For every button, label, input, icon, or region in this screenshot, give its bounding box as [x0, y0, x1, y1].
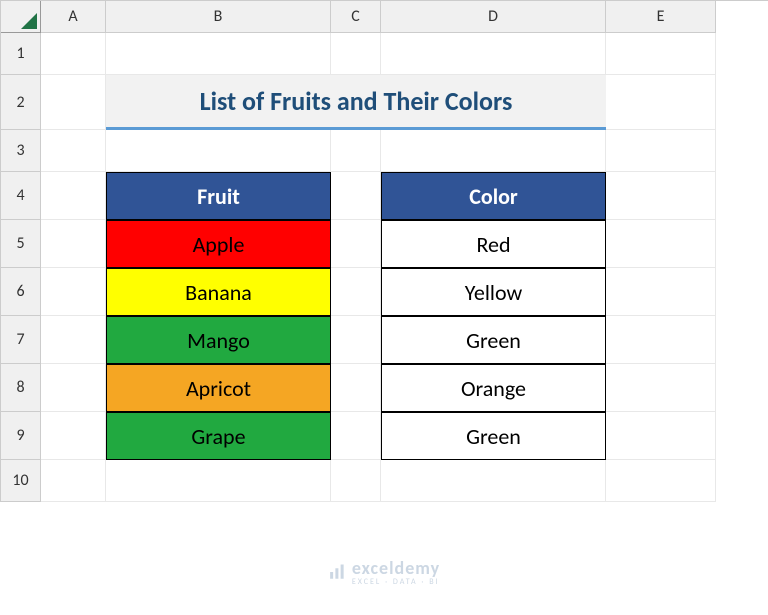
- cell-E7[interactable]: [606, 316, 716, 364]
- cell-E6[interactable]: [606, 268, 716, 316]
- cell-A1[interactable]: [41, 33, 106, 75]
- color-cell[interactable]: Green: [381, 316, 606, 364]
- fruit-cell[interactable]: Apricot: [106, 364, 331, 412]
- cell-E10[interactable]: [606, 460, 716, 502]
- cell-B10[interactable]: [106, 460, 331, 502]
- row-header-1[interactable]: 1: [1, 33, 41, 75]
- row-header-9[interactable]: 9: [1, 412, 41, 460]
- row-header-6[interactable]: 6: [1, 268, 41, 316]
- color-cell[interactable]: Red: [381, 220, 606, 268]
- cell-A4[interactable]: [41, 172, 106, 220]
- col-header-B[interactable]: B: [106, 1, 331, 33]
- cell-E4[interactable]: [606, 172, 716, 220]
- spreadsheet-grid: A B C D E 1 2 List of Fruits and Their C…: [0, 0, 768, 502]
- cell-A5[interactable]: [41, 220, 106, 268]
- cell-C8[interactable]: [331, 364, 381, 412]
- title-cell[interactable]: List of Fruits and Their Colors: [106, 75, 606, 130]
- cell-E5[interactable]: [606, 220, 716, 268]
- cell-C10[interactable]: [331, 460, 381, 502]
- cell-A8[interactable]: [41, 364, 106, 412]
- cell-D3[interactable]: [381, 130, 606, 172]
- cell-A3[interactable]: [41, 130, 106, 172]
- color-cell[interactable]: Yellow: [381, 268, 606, 316]
- color-header-cell[interactable]: Color: [381, 172, 606, 220]
- row-header-2[interactable]: 2: [1, 75, 41, 130]
- col-header-A[interactable]: A: [41, 1, 106, 33]
- chart-icon: [328, 563, 346, 581]
- cell-B1[interactable]: [106, 33, 331, 75]
- cell-C5[interactable]: [331, 220, 381, 268]
- watermark: exceldemy EXCEL · DATA · BI: [328, 557, 440, 587]
- cell-C1[interactable]: [331, 33, 381, 75]
- fruit-header-cell[interactable]: Fruit: [106, 172, 331, 220]
- color-cell[interactable]: Green: [381, 412, 606, 460]
- fruit-cell[interactable]: Mango: [106, 316, 331, 364]
- cell-B3[interactable]: [106, 130, 331, 172]
- col-header-D[interactable]: D: [381, 1, 606, 33]
- fruit-cell[interactable]: Apple: [106, 220, 331, 268]
- cell-E2[interactable]: [606, 75, 716, 130]
- cell-A6[interactable]: [41, 268, 106, 316]
- row-header-8[interactable]: 8: [1, 364, 41, 412]
- cell-A9[interactable]: [41, 412, 106, 460]
- cell-C6[interactable]: [331, 268, 381, 316]
- cell-E3[interactable]: [606, 130, 716, 172]
- row-header-7[interactable]: 7: [1, 316, 41, 364]
- col-header-E[interactable]: E: [606, 1, 716, 33]
- row-header-4[interactable]: 4: [1, 172, 41, 220]
- cell-A10[interactable]: [41, 460, 106, 502]
- col-header-C[interactable]: C: [331, 1, 381, 33]
- select-all-corner[interactable]: [1, 1, 41, 33]
- cell-D10[interactable]: [381, 460, 606, 502]
- fruit-cell[interactable]: Grape: [106, 412, 331, 460]
- cell-E9[interactable]: [606, 412, 716, 460]
- color-cell[interactable]: Orange: [381, 364, 606, 412]
- cell-E8[interactable]: [606, 364, 716, 412]
- cell-A7[interactable]: [41, 316, 106, 364]
- watermark-brand: exceldemy: [352, 557, 440, 579]
- cell-D1[interactable]: [381, 33, 606, 75]
- cell-C3[interactable]: [331, 130, 381, 172]
- cell-A2[interactable]: [41, 75, 106, 130]
- cell-E1[interactable]: [606, 33, 716, 75]
- row-header-3[interactable]: 3: [1, 130, 41, 172]
- cell-C7[interactable]: [331, 316, 381, 364]
- cell-C4[interactable]: [331, 172, 381, 220]
- cell-C9[interactable]: [331, 412, 381, 460]
- watermark-tagline: EXCEL · DATA · BI: [352, 577, 440, 587]
- fruit-cell[interactable]: Banana: [106, 268, 331, 316]
- row-header-5[interactable]: 5: [1, 220, 41, 268]
- row-header-10[interactable]: 10: [1, 460, 41, 502]
